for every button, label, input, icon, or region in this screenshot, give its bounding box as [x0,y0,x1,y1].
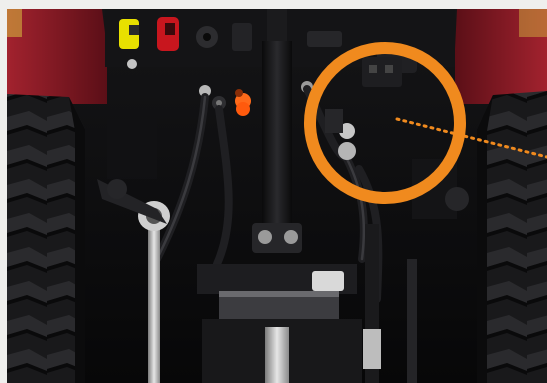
right-fender-decal [519,9,547,37]
coupler-c [307,31,342,47]
drawbar-assembly [197,264,362,383]
top-link-bracket [252,223,302,253]
center-cylinder [262,41,292,231]
left-tire [7,94,85,383]
tractor-rear-photo [7,9,547,383]
image-frame [0,0,547,383]
photo-illustration [7,9,547,383]
pto-cover [312,271,344,291]
coupler-silver-2 [338,142,356,160]
coupler-b [232,23,252,51]
left-fender-decal [7,9,22,37]
pto-shaft [265,327,289,383]
valve-block [362,57,402,87]
right-tire [477,91,547,383]
knob-top-left [127,59,137,69]
